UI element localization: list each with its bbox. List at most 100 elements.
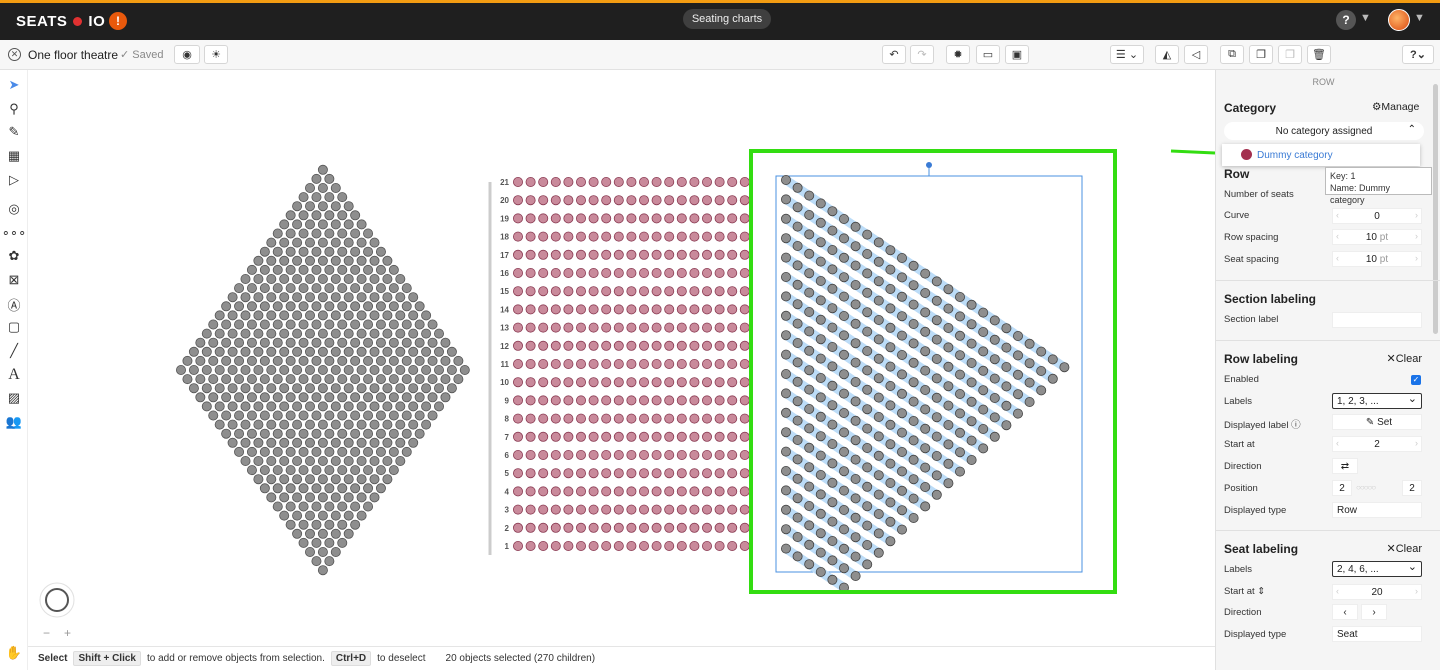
seat[interactable] <box>408 401 419 412</box>
seat[interactable] <box>343 437 354 448</box>
seat[interactable] <box>601 540 612 551</box>
seat[interactable] <box>613 322 624 333</box>
round-table-tool-icon[interactable]: ◎ <box>5 200 23 218</box>
seat[interactable] <box>613 267 624 278</box>
seat[interactable] <box>525 358 536 369</box>
seat[interactable] <box>356 383 367 394</box>
seat[interactable] <box>804 268 815 279</box>
seat[interactable] <box>815 528 826 539</box>
seat[interactable] <box>781 485 792 496</box>
seat[interactable] <box>576 286 587 297</box>
seat[interactable] <box>337 392 348 403</box>
seat[interactable] <box>1001 381 1012 392</box>
seat[interactable] <box>885 400 896 411</box>
seat[interactable] <box>563 304 574 315</box>
seat[interactable] <box>601 286 612 297</box>
seat[interactable] <box>689 304 700 315</box>
seat[interactable] <box>839 330 850 341</box>
seat[interactable] <box>525 267 536 278</box>
seat[interactable] <box>253 437 264 448</box>
seat[interactable] <box>714 540 725 551</box>
seat[interactable] <box>613 358 624 369</box>
seat[interactable] <box>792 434 803 445</box>
seat[interactable] <box>676 286 687 297</box>
seat[interactable] <box>781 310 792 321</box>
seat[interactable] <box>943 284 954 295</box>
seat[interactable] <box>1001 342 1012 353</box>
seat-start-at-input[interactable]: ‹ 20 › <box>1332 584 1422 600</box>
seat[interactable] <box>337 337 348 348</box>
seat[interactable] <box>588 213 599 224</box>
seat[interactable] <box>839 252 850 263</box>
seat[interactable] <box>363 428 374 439</box>
seat[interactable] <box>978 443 989 454</box>
seat[interactable] <box>382 255 393 266</box>
seat[interactable] <box>337 210 348 221</box>
seat[interactable] <box>897 485 908 496</box>
seat[interactable] <box>350 210 361 221</box>
seat[interactable] <box>613 177 624 188</box>
seat[interactable] <box>850 512 861 523</box>
seat[interactable] <box>240 383 251 394</box>
seat[interactable] <box>550 286 561 297</box>
seat[interactable] <box>792 240 803 251</box>
seat[interactable] <box>978 346 989 357</box>
seat[interactable] <box>343 255 354 266</box>
seat[interactable] <box>337 519 348 530</box>
seat[interactable] <box>427 355 438 366</box>
seat[interactable] <box>885 283 896 294</box>
seat[interactable] <box>563 231 574 242</box>
seat[interactable] <box>873 450 884 461</box>
seat[interactable] <box>639 195 650 206</box>
seat[interactable] <box>311 501 322 512</box>
seat[interactable] <box>337 374 348 385</box>
seat[interactable] <box>408 292 419 303</box>
seat[interactable] <box>714 449 725 460</box>
seat[interactable] <box>714 249 725 260</box>
seat[interactable] <box>285 228 296 239</box>
seat[interactable] <box>639 522 650 533</box>
seat[interactable] <box>363 246 374 257</box>
seat[interactable] <box>298 246 309 257</box>
seat[interactable] <box>363 483 374 494</box>
seat[interactable] <box>550 322 561 333</box>
seat[interactable] <box>839 388 850 399</box>
seat[interactable] <box>639 340 650 351</box>
seat[interactable] <box>588 540 599 551</box>
seat[interactable] <box>272 374 283 385</box>
row-start-at-input[interactable]: ‹ 2 › <box>1332 436 1422 452</box>
seat[interactable] <box>897 388 908 399</box>
seat[interactable] <box>639 377 650 388</box>
text-tool-icon[interactable]: A <box>5 366 23 384</box>
seat[interactable] <box>330 383 341 394</box>
seat[interactable] <box>897 311 908 322</box>
seat[interactable] <box>1047 373 1058 384</box>
seat[interactable] <box>862 404 873 415</box>
seat[interactable] <box>920 404 931 415</box>
seat[interactable] <box>873 334 884 345</box>
seat[interactable] <box>792 376 803 387</box>
close-icon[interactable]: ✕ <box>8 48 21 61</box>
seat[interactable] <box>285 446 296 457</box>
seat[interactable] <box>259 355 270 366</box>
seat[interactable] <box>401 283 412 294</box>
seat[interactable] <box>304 474 315 485</box>
seat[interactable] <box>363 355 374 366</box>
chart-canvas[interactable]: 21 20 19 18 17 16 15 14 13 12 11 10 9 8 7 6 5 4 3 2 1 − + <box>28 70 1216 645</box>
seat[interactable] <box>804 209 815 220</box>
seat[interactable] <box>337 283 348 294</box>
seat[interactable] <box>714 322 725 333</box>
seat-displayed-type-input[interactable]: Seat <box>1332 626 1422 642</box>
seat[interactable] <box>382 455 393 466</box>
seat[interactable] <box>240 346 251 357</box>
seat[interactable] <box>651 413 662 424</box>
seat[interactable] <box>201 346 212 357</box>
seat[interactable] <box>689 322 700 333</box>
seat[interactable] <box>195 337 206 348</box>
people-tool-icon[interactable]: 👥 <box>5 413 23 431</box>
seat[interactable] <box>240 328 251 339</box>
seat[interactable] <box>311 465 322 476</box>
seat[interactable] <box>601 504 612 515</box>
seat[interactable] <box>253 255 264 266</box>
seat[interactable] <box>512 395 523 406</box>
